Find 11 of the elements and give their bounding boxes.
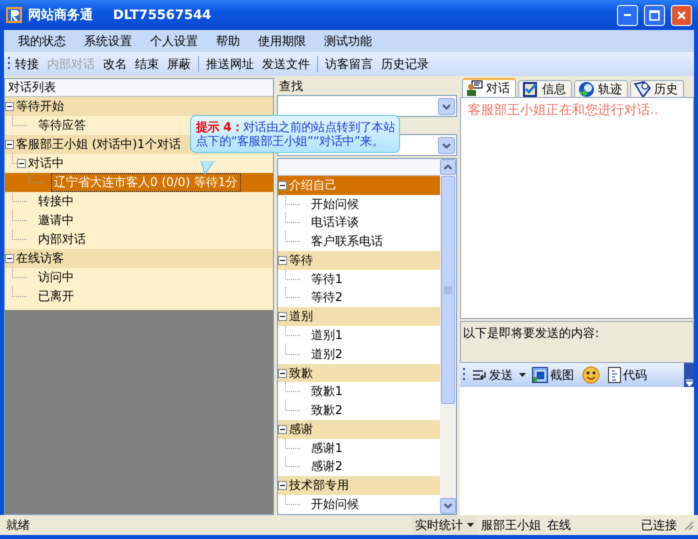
field-label: 查找 [278, 78, 304, 95]
chat-message: 客服部王小姐正在和您进行对话.. [468, 102, 660, 119]
connection-status: 已连接 [641, 516, 677, 534]
status-text: 就绪 [6, 516, 31, 534]
compose-label: 以下是即将要发送的内容: [463, 326, 600, 340]
presence-status: 在线 [547, 516, 571, 534]
panel-title: 对话列表 [5, 79, 273, 97]
agent-name: 服部王小姐 [481, 516, 541, 534]
tooltip: 提示 4：对话由之前的站点转到了本站点下的“客服部王小姐”“对话中”来。 [190, 115, 400, 153]
account-id: DLT75567544 [113, 8, 212, 22]
window-title: 网站商务通 [28, 6, 93, 24]
